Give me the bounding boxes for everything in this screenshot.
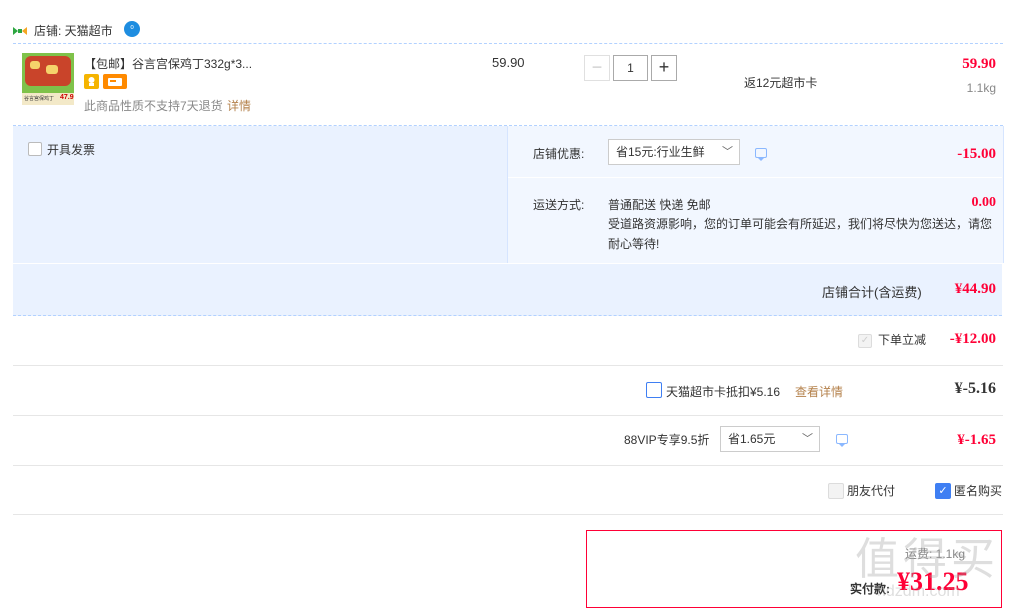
instant-discount-checkbox: ✓	[858, 334, 872, 348]
shop-total-amount: ¥44.90	[954, 281, 996, 297]
supermarket-card-label[interactable]: 天猫超市卡抵扣¥5.16	[666, 383, 780, 400]
wangwang-icon[interactable]: ⁰	[124, 21, 140, 37]
message-icon[interactable]	[836, 434, 848, 447]
anonymous-checkbox[interactable]: ✓	[935, 483, 951, 499]
thumb-caption: 谷言宫保鸡丁	[24, 96, 55, 102]
supermarket-card-details-link[interactable]: 查看详情	[795, 383, 843, 400]
watermark: 值得买	[855, 535, 999, 584]
row-divider-3	[13, 465, 1003, 466]
thumb-price: 47.9	[60, 94, 74, 101]
shop-discount-amount: -15.00	[957, 146, 996, 162]
shop-name[interactable]: 店铺: 天猫超市	[34, 22, 113, 39]
options-bottom-divider	[13, 263, 1002, 264]
options-divider	[508, 177, 1002, 178]
instant-discount-amount: -¥12.00	[949, 331, 996, 347]
vip-label: 88VIP专享9.5折	[624, 433, 710, 447]
anonymous-label[interactable]: 匿名购买	[954, 482, 1002, 499]
invoice-checkbox[interactable]	[28, 142, 42, 156]
vip-discount-value: 省1.65元	[728, 432, 776, 446]
item-weight: 1.1kg	[966, 81, 996, 95]
shipping-amount: 0.00	[971, 195, 997, 210]
decrease-button[interactable]: −	[584, 55, 610, 81]
item-thumbnail[interactable]: 谷言宫保鸡丁 47.9	[22, 53, 74, 105]
row-divider-1	[13, 365, 1003, 366]
message-icon[interactable]	[755, 148, 767, 161]
tmall-guarantee-icon[interactable]	[84, 74, 99, 89]
card-icon[interactable]	[103, 74, 127, 89]
shop-icon	[13, 25, 27, 35]
shipping-notice: 受道路资源影响，您的订单可能会有所延迟，我们将尽快为您送达，请您耐心等待!	[608, 217, 993, 251]
friend-pay-label[interactable]: 朋友代付	[847, 482, 895, 499]
shipping-method: 普通配送 快递 免邮	[608, 198, 711, 212]
shop-discount-value: 省15元:行业生鲜	[616, 145, 705, 159]
chevron-down-icon: ﹀	[722, 146, 733, 158]
row-divider-4	[13, 514, 1003, 515]
row-divider-2	[13, 415, 1003, 416]
item-subtotal: 59.90	[962, 56, 996, 72]
invoice-label[interactable]: 开具发票	[47, 141, 95, 158]
no-return-note: 此商品性质不支持7天退货	[84, 99, 223, 113]
supermarket-card-checkbox[interactable]	[646, 382, 662, 398]
vip-discount-select[interactable]: 省1.65元 ﹀	[720, 426, 820, 452]
rebate-label: 返12元超市卡	[744, 76, 818, 90]
shop-divider	[13, 43, 1003, 44]
unit-price: 59.90	[492, 55, 525, 70]
chevron-down-icon: ﹀	[802, 433, 813, 445]
item-title[interactable]: 【包邮】谷言宫保鸡丁332g*3...	[84, 55, 252, 72]
shop-discount-label: 店铺优惠:	[533, 147, 585, 161]
supermarket-card-amount: ¥-5.16	[954, 380, 996, 397]
quantity-input[interactable]: 1	[613, 55, 648, 81]
friend-pay-checkbox[interactable]	[828, 483, 844, 499]
quantity-stepper: − 1 +	[584, 55, 679, 81]
watermark-site: hdzdm.com	[877, 583, 960, 600]
instant-discount-label: 下单立减	[878, 333, 927, 347]
shipping-label: 运送方式:	[533, 198, 585, 212]
increase-button[interactable]: +	[651, 55, 677, 81]
vip-discount-amount: ¥-1.65	[957, 432, 996, 448]
order-summary-box: 运费: 1.1kg 实付款: ¥31.25 值得买 hdzdm.com	[586, 530, 1002, 608]
shop-discount-select[interactable]: 省15元:行业生鲜 ﹀	[608, 139, 740, 165]
details-link[interactable]: 详情	[227, 97, 251, 114]
shop-total-label: 店铺合计(含运费)	[822, 285, 922, 300]
